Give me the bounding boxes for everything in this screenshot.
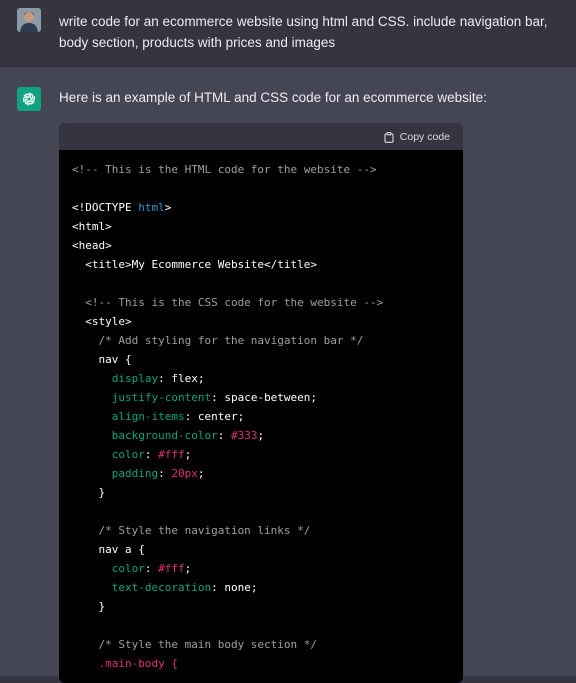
code-line: /* Style the navigation links */ [72,524,311,537]
clipboard-icon [384,131,394,143]
code-line: <!-- This is the HTML code for the websi… [72,163,377,176]
code-line: <!DOCTYPE html> [72,201,172,214]
code-line: justify-content: space-between; [72,391,318,404]
assistant-message-row: Here is an example of HTML and CSS code … [0,67,576,683]
code-line: /* Add styling for the navigation bar */ [72,334,364,347]
code-line: nav a { [72,543,145,556]
assistant-intro-text: Here is an example of HTML and CSS code … [59,90,487,105]
code-line: color: #fff; [72,562,192,575]
code-line: align-items: center; [72,410,245,423]
code-content: <!-- This is the HTML code for the websi… [59,150,463,673]
code-line: text-decoration: none; [72,581,258,594]
user-avatar [17,8,41,32]
code-line: <html> [72,220,112,233]
code-line: <style> [72,315,132,328]
user-message-row: write code for an ecommerce website usin… [0,0,576,67]
code-line: display: flex; [72,372,205,385]
assistant-avatar [17,87,41,111]
code-line: background-color: #333; [72,429,265,442]
code-line: .main-body { [72,657,178,670]
code-line: } [72,486,106,499]
code-line: <head> [72,239,112,252]
code-line: padding: 20px; [72,467,205,480]
code-line: <title>My Ecommerce Website</title> [72,258,318,271]
code-line: nav { [72,353,132,366]
copy-code-label: Copy code [399,131,450,143]
code-line: color: #fff; [72,448,192,461]
user-message-text: write code for an ecommerce website usin… [59,14,548,50]
code-header: Copy code [59,123,463,150]
copy-code-button[interactable]: Copy code [384,129,450,145]
code-line: /* Style the main body section */ [72,638,318,651]
code-line: } [72,600,106,613]
code-line: <!-- This is the CSS code for the websit… [72,296,384,309]
openai-logo-icon [23,92,35,106]
code-block: Copy code <!-- This is the HTML code for… [59,123,463,683]
